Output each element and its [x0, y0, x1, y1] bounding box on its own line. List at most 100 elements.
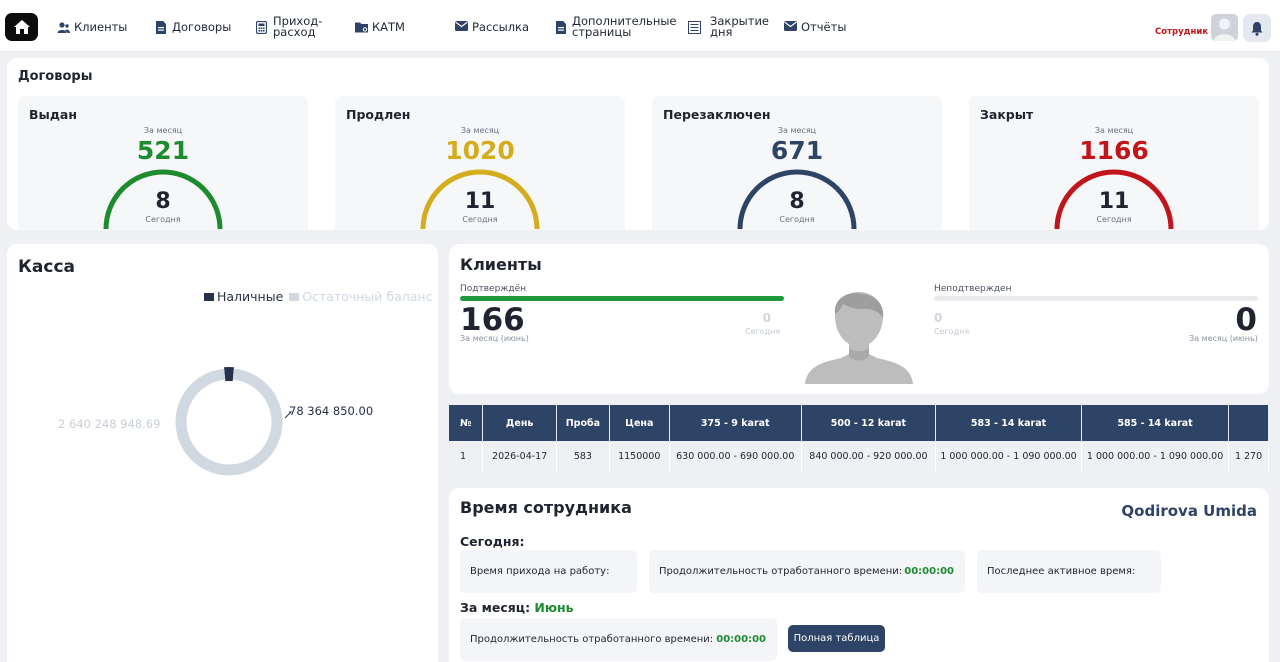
worked-month-value: 00:00:00: [716, 634, 766, 645]
card-title: Закрыт: [980, 107, 1034, 122]
arrival-time-box: Время прихода на работу:: [460, 550, 637, 593]
today-header: Сегодня:: [460, 534, 525, 549]
unconfirmed-label: Неподтвержден: [934, 284, 1012, 294]
month-header-label: За месяц:: [460, 600, 531, 615]
today-label: Сегодня: [1096, 215, 1132, 224]
clients-panel: Клиенты Подтверждён 166 За месяц (июнь) …: [449, 244, 1269, 394]
col-header: 375 - 9 karat: [669, 405, 802, 441]
full-table-button[interactable]: Полная таблица: [788, 625, 885, 652]
kassa-panel: Касса Наличные Остаточный баланс 2 640 2…: [7, 244, 438, 662]
nav-day-close-label: Закрытие дня: [710, 14, 769, 39]
last-active-label: Последнее активное время:: [987, 566, 1136, 577]
kassa-title: Касса: [18, 257, 75, 277]
table-cell: 583: [556, 441, 610, 472]
table-cell: 1 000 000.00 - 1 090 000.00: [935, 441, 1083, 472]
nav-mailing-label: Рассылка: [472, 19, 530, 34]
nav-extra-pages[interactable]: Дополнительные страницы: [555, 10, 677, 44]
today-label: Сегодня: [462, 215, 498, 224]
unconfirmed-today-count: 0: [934, 311, 943, 325]
legend-swatch-balance: [289, 292, 300, 301]
table-cell: 1150000: [609, 441, 670, 472]
confirmed-progress-bar: [460, 296, 784, 301]
home-button[interactable]: [5, 13, 38, 41]
legend-cash[interactable]: Наличные: [217, 289, 283, 304]
nav-clients-label: Клиенты: [74, 19, 128, 34]
col-header: 583 - 14 karat: [935, 405, 1083, 441]
col-header: 500 - 12 karat: [801, 405, 937, 441]
col-header: Проба: [556, 405, 610, 441]
worked-today-value: 00:00:00: [904, 566, 954, 577]
today-count: 8: [789, 189, 805, 214]
unconfirmed-today-label: Сегодня: [934, 327, 970, 336]
nav-contracts[interactable]: Договоры: [155, 10, 231, 44]
envelope-icon: [455, 20, 468, 34]
month-count: 1020: [445, 136, 515, 165]
contracts-panel: Договоры Выдан За месяц 521 8 Сегодня Пр…: [7, 58, 1269, 230]
employee-time-title: Время сотрудника: [460, 498, 632, 517]
today-label: Сегодня: [779, 215, 815, 224]
today-count: 11: [464, 189, 496, 214]
month-name: Июнь: [534, 600, 574, 615]
nav-katm-label: КАТМ: [372, 19, 405, 34]
nav-reports[interactable]: Отчёты: [784, 10, 846, 44]
chart-legend: Наличные Остаточный баланс: [204, 289, 432, 304]
employee-name: Qodirova Umida: [1121, 502, 1257, 520]
nav-day-close[interactable]: Закрытие дня: [688, 10, 769, 44]
col-header: День: [482, 405, 557, 441]
file-icon: [155, 20, 168, 34]
prices-table: № День Проба Цена 375 - 9 karat 500 - 12…: [449, 405, 1269, 472]
client-silhouette-icon: [805, 292, 913, 384]
confirmed-month-count: 166: [460, 302, 525, 338]
gold-prices-table[interactable]: № День Проба Цена 375 - 9 karat 500 - 12…: [449, 405, 1269, 472]
table-cell: 630 000.00 - 690 000.00: [669, 441, 802, 472]
unconfirmed-month-count: 0: [1235, 302, 1257, 338]
col-header: [1228, 405, 1269, 441]
table-cell: 1 000 000.00 - 1 090 000.00: [1081, 441, 1230, 472]
clients-title: Клиенты: [460, 255, 542, 274]
users-icon: [57, 21, 70, 34]
today-label: Сегодня: [145, 215, 181, 224]
month-label: За месяц: [143, 126, 183, 135]
month-label: За месяц: [777, 126, 817, 135]
card-title: Перезаключен: [663, 107, 771, 122]
legend-balance[interactable]: Остаточный баланс: [302, 289, 432, 304]
table-cell: 2026-04-17: [482, 441, 557, 472]
month-count: 521: [136, 136, 190, 165]
donut-slice-balance[interactable]: [175, 368, 283, 476]
donut-label-cash: 78 364 850.00: [289, 404, 374, 418]
folder-icon: [355, 21, 368, 34]
avatar[interactable]: [1211, 14, 1238, 41]
month-label: За месяц: [1094, 126, 1134, 135]
nav-contracts-label: Договоры: [172, 19, 232, 34]
table-cell: 840 000.00 - 920 000.00: [801, 441, 937, 472]
list-icon: [688, 20, 701, 34]
table-row[interactable]: 1 2026-04-17 583 1150000 630 000.00 - 69…: [449, 441, 1269, 472]
kassa-donut-chart: [175, 367, 293, 476]
bell-icon: [1251, 21, 1263, 36]
month-header: За месяц: Июнь: [460, 600, 574, 615]
employee-time-panel: Время сотрудника Qodirova Umida Сегодня:…: [449, 488, 1269, 662]
user-role-label[interactable]: Сотрудник: [1155, 27, 1208, 37]
notifications-button[interactable]: [1243, 14, 1271, 42]
envelope-icon: [784, 20, 797, 34]
today-count: 8: [155, 189, 171, 214]
table-cell: 1 270: [1228, 441, 1269, 472]
today-count: 11: [1098, 189, 1130, 214]
nav-clients[interactable]: Клиенты: [57, 10, 127, 44]
worked-month-label: Продолжительность отработанного времени:: [470, 634, 714, 645]
worked-today-box: Продолжительность отработанного времени:…: [649, 550, 965, 593]
month-label: За месяц: [460, 126, 500, 135]
top-navbar: Клиенты Договоры Приход-расход КАТМ Расс…: [0, 0, 1280, 52]
legend-swatch-cash: [204, 292, 214, 301]
worked-month-box: Продолжительность отработанного времени:…: [460, 618, 777, 661]
table-header-row: № День Проба Цена 375 - 9 karat 500 - 12…: [449, 405, 1269, 441]
user-avatar-icon: [1211, 14, 1238, 41]
nav-income-expense[interactable]: Приход-расход: [256, 10, 322, 44]
nav-katm[interactable]: КАТМ: [355, 10, 405, 44]
contract-card-closed: Закрыт За месяц 1166 11 Сегодня: [969, 96, 1259, 230]
donut-label-balance: 2 640 248 948.69: [58, 417, 161, 431]
month-count: 1166: [1079, 136, 1149, 165]
nav-mailing[interactable]: Рассылка: [455, 10, 529, 44]
home-icon: [13, 20, 30, 34]
unconfirmed-month-label: За месяц (июнь): [1189, 334, 1258, 343]
